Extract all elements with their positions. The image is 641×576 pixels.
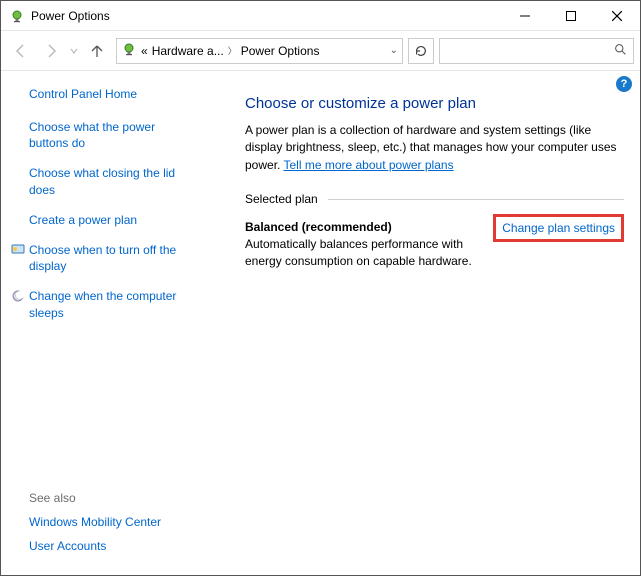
sidebar: Control Panel Home Choose what the power… [1,71,209,575]
sidebar-item-power-buttons[interactable]: Choose what the power buttons do [29,119,195,151]
forward-button[interactable] [37,37,65,65]
selected-plan-header: Selected plan [245,192,624,206]
minimize-button[interactable] [502,1,548,31]
plan-description: Automatically balances performance with … [245,236,489,270]
main-area: Control Panel Home Choose what the power… [1,71,640,575]
see-also-header: See also [29,491,197,505]
breadcrumb-item-power-options[interactable]: Power Options [241,44,320,58]
intro-link[interactable]: Tell me more about power plans [283,158,453,172]
section-label: Selected plan [245,192,318,206]
breadcrumb-prefix[interactable]: « [141,44,148,58]
intro-paragraph: A power plan is a collection of hardware… [245,122,624,174]
address-icon [121,41,137,60]
sidebar-item-closing-lid[interactable]: Choose what closing the lid does [29,165,195,197]
sidebar-item-turn-off-display[interactable]: Choose when to turn off the display [29,242,195,274]
search-box[interactable] [439,38,634,64]
moon-icon [11,289,25,303]
maximize-button[interactable] [548,1,594,31]
control-panel-home-link[interactable]: Control Panel Home [29,87,195,101]
chevron-down-icon[interactable]: ⌄ [390,45,398,56]
up-button[interactable] [83,37,111,65]
window-controls [502,1,640,30]
chevron-right-icon[interactable]: 〉 [228,44,237,57]
plan-row: Balanced (recommended) Automatically bal… [245,220,624,270]
help-icon[interactable]: ? [616,76,632,92]
sidebar-item-create-plan[interactable]: Create a power plan [29,212,195,228]
plan-name: Balanced (recommended) [245,220,489,234]
recent-dropdown[interactable] [67,37,81,65]
see-also-user-accounts[interactable]: User Accounts [29,539,197,553]
divider [328,199,624,200]
search-icon[interactable] [614,43,627,59]
window-title: Power Options [31,9,110,23]
highlight-box: Change plan settings [493,214,624,242]
change-plan-settings-link[interactable]: Change plan settings [502,221,615,235]
search-input[interactable] [446,43,614,59]
display-off-icon [11,243,25,257]
title-bar: Power Options [1,1,640,31]
content-pane: ? Choose or customize a power plan A pow… [209,71,640,575]
sidebar-item-label: Choose when to turn off the display [29,243,176,273]
navigation-bar: « Hardware a... 〉 Power Options ⌄ [1,31,640,71]
back-button[interactable] [7,37,35,65]
see-also-section: See also Windows Mobility Center User Ac… [29,491,197,563]
refresh-button[interactable] [408,38,434,64]
address-bar[interactable]: « Hardware a... 〉 Power Options ⌄ [116,38,403,64]
breadcrumb-item-hardware[interactable]: Hardware a... [152,44,224,58]
see-also-mobility-center[interactable]: Windows Mobility Center [29,515,197,529]
app-icon [9,8,25,24]
sidebar-item-computer-sleeps[interactable]: Change when the computer sleeps [29,288,195,320]
sidebar-item-label: Change when the computer sleeps [29,289,176,319]
close-button[interactable] [594,1,640,31]
page-title: Choose or customize a power plan [245,95,624,112]
